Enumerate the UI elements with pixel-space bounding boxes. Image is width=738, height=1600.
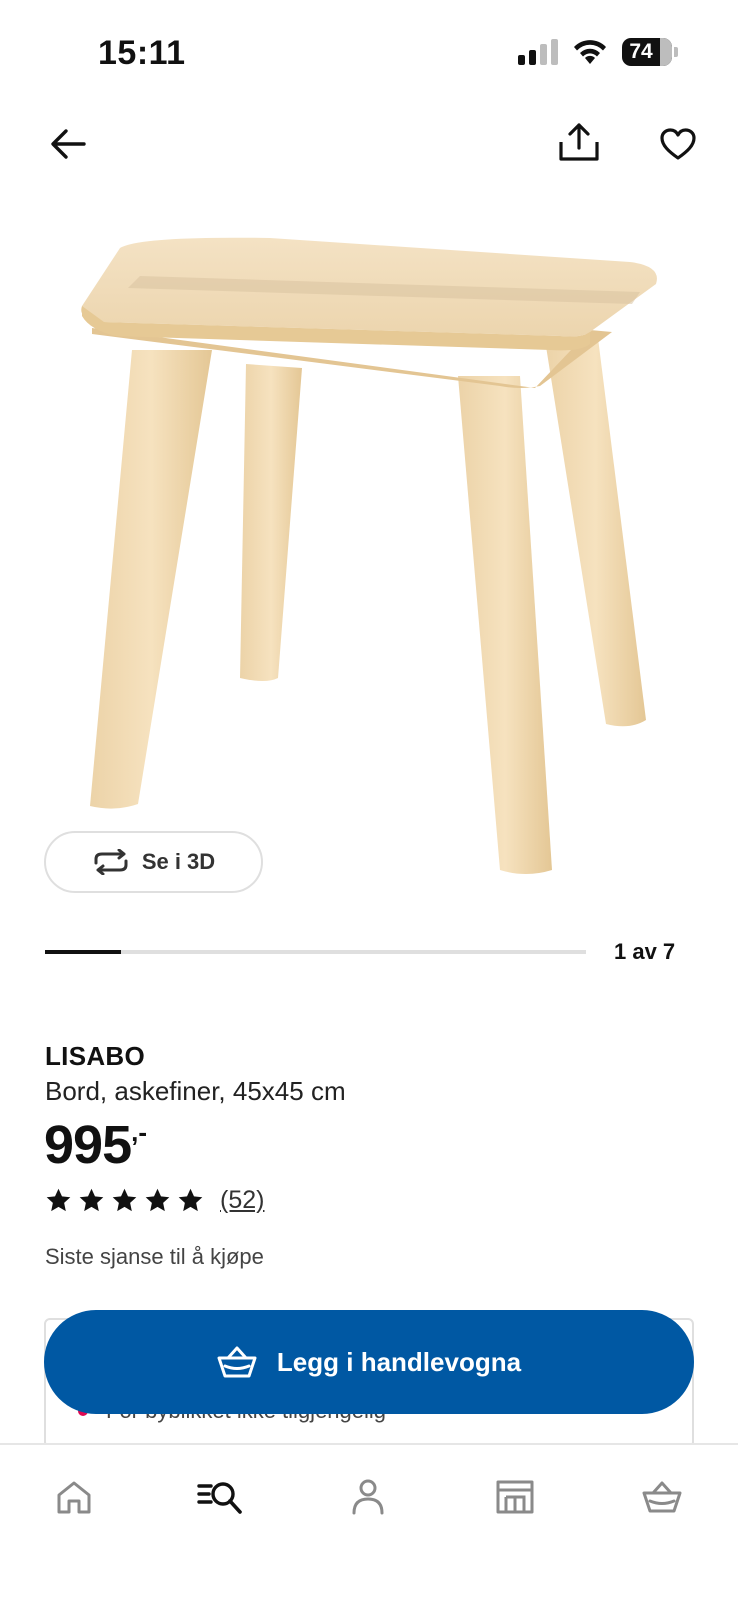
- product-image[interactable]: [0, 200, 738, 900]
- product-rating[interactable]: (52): [45, 1186, 264, 1215]
- share-icon: [559, 123, 599, 161]
- availability-note: Siste sjanse til å kjøpe: [45, 1244, 264, 1269]
- wifi-icon: [574, 40, 606, 64]
- product-price: 995 ,-: [44, 1114, 147, 1176]
- tab-home[interactable]: [44, 1467, 104, 1527]
- cellular-signal-icon: [518, 39, 558, 65]
- view-3d-label: Se i 3D: [141, 849, 216, 874]
- tab-store[interactable]: [485, 1467, 545, 1527]
- status-icons: 74: [518, 38, 678, 66]
- bottom-tab-bar: [0, 1443, 738, 1600]
- price-suffix: ,-: [131, 1117, 147, 1147]
- store-icon: [496, 1480, 534, 1514]
- review-count-link[interactable]: (52): [220, 1186, 264, 1215]
- basket-icon: [642, 1481, 682, 1513]
- carousel-progress-fill: [45, 950, 121, 954]
- add-to-cart-label: Legg i handlevogna: [276, 1346, 522, 1377]
- star-icon: [178, 1188, 203, 1212]
- add-to-cart-button[interactable]: Legg i handlevogna: [44, 1310, 694, 1414]
- price-amount: 995: [44, 1115, 132, 1175]
- carousel-progress: [45, 950, 586, 954]
- tab-profile[interactable]: [338, 1467, 398, 1527]
- star-icon: [79, 1188, 104, 1212]
- share-button[interactable]: [553, 116, 605, 168]
- star-icon: [46, 1188, 71, 1212]
- search-icon: [197, 1482, 242, 1514]
- product-description: Bord, askefiner, 45x45 cm: [45, 1076, 346, 1106]
- carousel-counter: 1 av 7: [614, 939, 676, 964]
- status-time: 15:11: [98, 34, 186, 72]
- stool-illustration: [80, 237, 657, 874]
- view-3d-button[interactable]: Se i 3D: [44, 831, 263, 893]
- status-bar: 15:11 74: [0, 0, 738, 110]
- home-icon: [57, 1481, 91, 1514]
- heart-icon: [660, 128, 696, 160]
- star-icon: [112, 1188, 137, 1212]
- profile-icon: [352, 1479, 384, 1515]
- rating-stars: [45, 1187, 204, 1214]
- basket-icon: [217, 1346, 257, 1378]
- back-button[interactable]: [42, 118, 94, 170]
- tab-search[interactable]: [190, 1467, 250, 1527]
- battery-level: 74: [629, 40, 653, 63]
- product-name: LISABO: [45, 1041, 146, 1071]
- rotate-icon: [94, 849, 128, 875]
- battery-icon: 74: [622, 38, 672, 66]
- star-icon: [145, 1188, 170, 1212]
- arrow-left-icon: [51, 129, 86, 159]
- top-nav: [0, 110, 738, 180]
- favorite-button[interactable]: [652, 118, 704, 170]
- tab-cart[interactable]: [632, 1467, 692, 1527]
